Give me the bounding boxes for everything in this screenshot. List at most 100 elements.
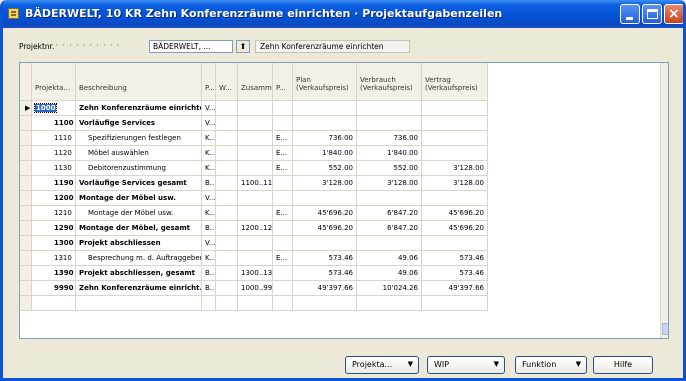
cell-w[interactable] <box>216 221 238 236</box>
cell-p2[interactable] <box>273 281 293 296</box>
cell-verbrauch[interactable]: 10'024.26 <box>357 281 422 296</box>
row-selector[interactable] <box>20 206 32 221</box>
cell-desc[interactable]: Debitorenzustimmung <box>76 161 202 176</box>
cell-vertrag[interactable]: 3'128.00 <box>422 176 488 191</box>
cell-sum[interactable] <box>238 236 273 251</box>
table-row[interactable]: 1100 Vorläufige Services V... <box>20 116 660 131</box>
cell-p2[interactable] <box>273 221 293 236</box>
cell-plan[interactable]: 49'397.66 <box>293 281 357 296</box>
cell-sum[interactable]: 1300..1390 <box>238 266 273 281</box>
cell-vertrag[interactable]: 573.46 <box>422 266 488 281</box>
cell-verbrauch[interactable]: 736.00 <box>357 131 422 146</box>
row-selector[interactable] <box>20 296 32 311</box>
cell-p[interactable]: V... <box>202 236 216 251</box>
cell-desc[interactable]: Zehn Konferenzräume einricht... <box>76 281 202 296</box>
cell-id[interactable]: 1300 <box>32 236 76 251</box>
cell-w[interactable] <box>216 206 238 221</box>
column-header[interactable]: Plan (Verkaufspreis) <box>293 63 357 101</box>
row-selector[interactable] <box>20 191 32 206</box>
table-row[interactable]: 1300 Projekt abschliessen V... <box>20 236 660 251</box>
table-row[interactable]: 1130 Debitorenzustimmung K... E... 552.00 552… <box>20 161 660 176</box>
cell-sum[interactable] <box>238 131 273 146</box>
scrollbar-thumb[interactable] <box>662 323 668 335</box>
cell-id[interactable] <box>32 296 76 311</box>
cell-w[interactable] <box>216 236 238 251</box>
column-header[interactable]: P... <box>202 63 216 101</box>
cell-plan[interactable] <box>293 116 357 131</box>
cell-w[interactable] <box>216 146 238 161</box>
cell-w[interactable] <box>216 296 238 311</box>
cell-id[interactable]: 1310 <box>32 251 76 266</box>
cell-desc[interactable]: Besprechung m. d. Auftraggeber <box>76 251 202 266</box>
cell-p[interactable]: K... <box>202 251 216 266</box>
cell-plan[interactable] <box>293 191 357 206</box>
column-header[interactable]: P... <box>273 63 293 101</box>
row-selector[interactable] <box>20 221 32 236</box>
cell-sum[interactable] <box>238 101 273 116</box>
column-header[interactable]: Vertrag (Verkaufspreis) <box>422 63 488 101</box>
cell-sum[interactable] <box>238 251 273 266</box>
task-lines-grid[interactable]: Projekta...BeschreibungP...W...Zusammenz… <box>19 62 669 339</box>
cell-verbrauch[interactable] <box>357 191 422 206</box>
cell-p[interactable]: B... <box>202 281 216 296</box>
cell-desc[interactable]: Zehn Konferenzräume einrichten <box>76 101 202 116</box>
cell-verbrauch[interactable]: 49.06 <box>357 251 422 266</box>
table-row[interactable]: 1390 Projekt abschliessen, gesamt B... 1300… <box>20 266 660 281</box>
row-selector[interactable]: ▶ <box>20 101 32 116</box>
column-header[interactable]: Beschreibung <box>76 63 202 101</box>
cell-sum[interactable] <box>238 206 273 221</box>
table-row[interactable]: 1210 Montage der Möbel usw. K... E... 45'696… <box>20 206 660 221</box>
table-row[interactable]: 1190 Vorläufige Services gesamt B... 1100..… <box>20 176 660 191</box>
cell-id[interactable]: 1110 <box>32 131 76 146</box>
cell-sum[interactable] <box>238 296 273 311</box>
cell-sum[interactable]: 1100..1190 <box>238 176 273 191</box>
cell-plan[interactable] <box>293 236 357 251</box>
maximize-button[interactable] <box>642 4 662 24</box>
cell-p2[interactable]: E... <box>273 146 293 161</box>
table-row[interactable]: 1110 Spezifizierungen festlegen K... E... 73… <box>20 131 660 146</box>
cell-vertrag[interactable] <box>422 101 488 116</box>
row-selector[interactable] <box>20 131 32 146</box>
cell-id[interactable]: 9990 <box>32 281 76 296</box>
wip-button[interactable]: WIP ▼ <box>427 356 505 374</box>
cell-p2[interactable]: E... <box>273 161 293 176</box>
cell-desc[interactable]: Projekt abschliessen, gesamt <box>76 266 202 281</box>
cell-vertrag[interactable]: 45'696.20 <box>422 206 488 221</box>
cell-p2[interactable] <box>273 236 293 251</box>
cell-vertrag[interactable] <box>422 116 488 131</box>
cell-id[interactable]: 1130 <box>32 161 76 176</box>
cell-w[interactable] <box>216 191 238 206</box>
cell-vertrag[interactable]: 45'696.20 <box>422 221 488 236</box>
row-selector[interactable] <box>20 161 32 176</box>
cell-w[interactable] <box>216 266 238 281</box>
cell-id[interactable]: 1210 <box>32 206 76 221</box>
row-selector[interactable] <box>20 281 32 296</box>
cell-w[interactable] <box>216 281 238 296</box>
row-selector[interactable] <box>20 176 32 191</box>
cell-desc[interactable]: Spezifizierungen festlegen <box>76 131 202 146</box>
cell-p2[interactable] <box>273 116 293 131</box>
cell-id[interactable]: 1120 <box>32 146 76 161</box>
cell-plan[interactable]: 736.00 <box>293 131 357 146</box>
cell-plan[interactable]: 45'696.20 <box>293 221 357 236</box>
cell-p2[interactable]: E... <box>273 251 293 266</box>
cell-p[interactable] <box>202 296 216 311</box>
title-bar[interactable]: BÄDERWELT, 10 KR Zehn Konferenzräume ein… <box>3 0 683 28</box>
cell-id[interactable]: 1190 <box>32 176 76 191</box>
cell-vertrag[interactable] <box>422 191 488 206</box>
cell-verbrauch[interactable] <box>357 116 422 131</box>
cell-p[interactable]: B... <box>202 266 216 281</box>
cell-plan[interactable]: 1'840.00 <box>293 146 357 161</box>
cell-verbrauch[interactable]: 6'847.20 <box>357 221 422 236</box>
cell-sum[interactable] <box>238 161 273 176</box>
column-header[interactable]: Projekta... <box>32 63 76 101</box>
cell-p[interactable]: B... <box>202 176 216 191</box>
cell-verbrauch[interactable]: 3'128.00 <box>357 176 422 191</box>
cell-w[interactable] <box>216 116 238 131</box>
cell-id[interactable]: 1100 <box>32 116 76 131</box>
cell-p[interactable]: V... <box>202 116 216 131</box>
table-row[interactable]: 1200 Montage der Möbel usw. V... <box>20 191 660 206</box>
row-selector[interactable] <box>20 146 32 161</box>
cell-verbrauch[interactable]: 552.00 <box>357 161 422 176</box>
cell-desc[interactable]: Vorläufige Services gesamt <box>76 176 202 191</box>
